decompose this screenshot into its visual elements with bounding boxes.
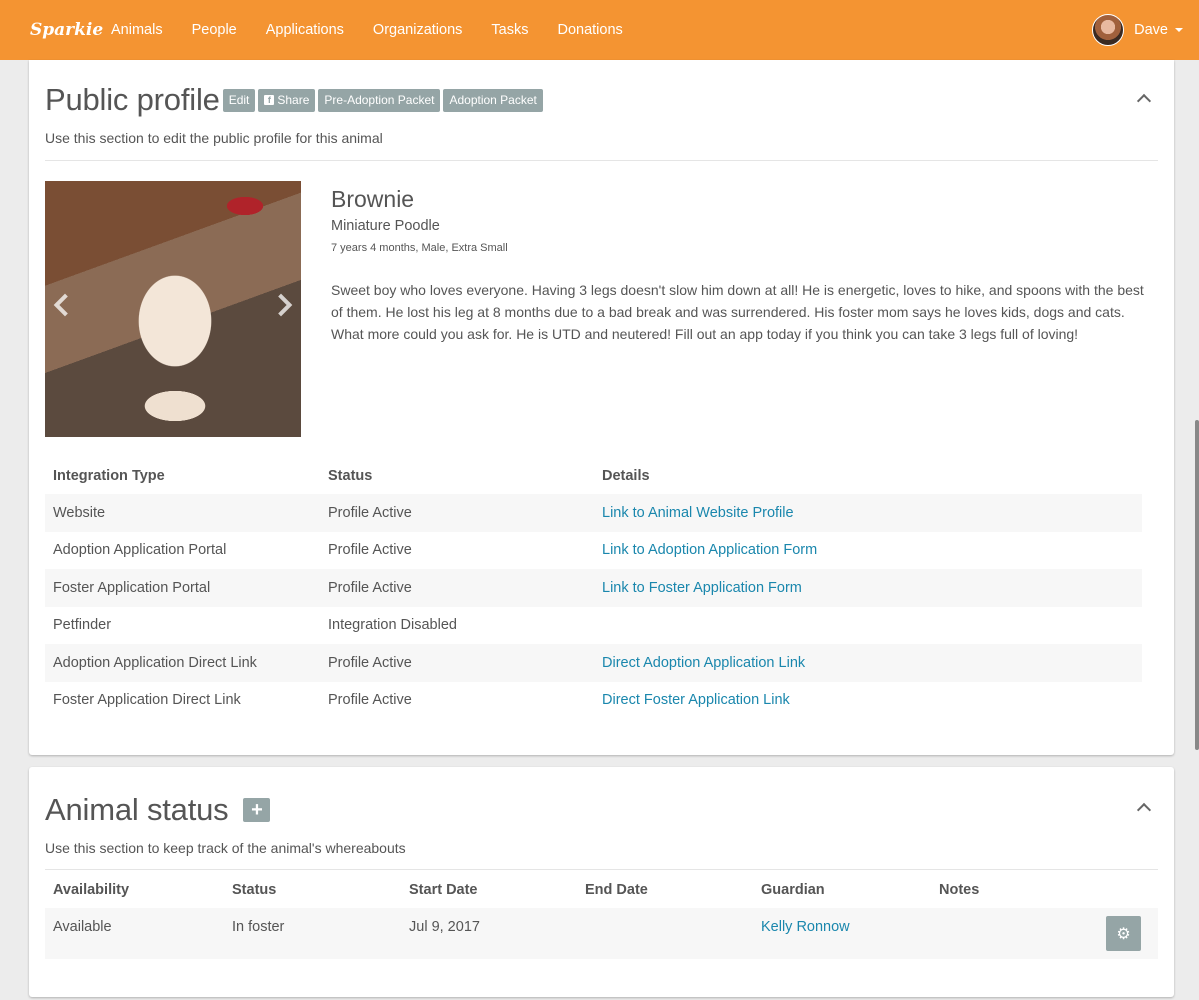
- integration-type: Foster Application Portal: [45, 569, 320, 607]
- integration-status: Profile Active: [320, 569, 594, 607]
- table-row: Foster Application Portal Profile Active…: [45, 569, 1142, 607]
- header-status: Status: [328, 467, 373, 484]
- integration-details: [594, 607, 1142, 645]
- integration-type: Petfinder: [53, 617, 112, 634]
- page-title: Public profile: [45, 82, 220, 117]
- integration-status: Profile Active: [320, 644, 594, 682]
- nav-item-people[interactable]: People: [192, 22, 237, 38]
- header-notes: Notes: [939, 881, 980, 898]
- header-details: Details: [602, 467, 650, 484]
- animal-meta: 7 years 4 months, Male, Extra Small: [331, 242, 508, 254]
- share-label: Share: [277, 92, 310, 107]
- nav-item-applications[interactable]: Applications: [266, 22, 344, 38]
- add-status-button[interactable]: +: [243, 798, 271, 822]
- divider: [45, 869, 1158, 870]
- table-row: Foster Application Direct Link Profile A…: [45, 682, 1142, 720]
- animal-description: Sweet boy who loves everyone. Having 3 l…: [331, 282, 1144, 342]
- header-start-date: Start Date: [409, 881, 478, 898]
- chevron-right-icon[interactable]: [269, 293, 293, 317]
- header-status: Status: [232, 881, 277, 898]
- top-navbar: Sparkie Animals People Applications Orga…: [0, 0, 1199, 60]
- integration-type: Website: [45, 494, 320, 532]
- status-cell: In foster: [224, 908, 401, 959]
- status-table: Availability Status Start Date End Date …: [45, 871, 1158, 959]
- animal-photo-carousel[interactable]: [45, 181, 301, 437]
- table-row: Adoption Application Portal Profile Acti…: [45, 532, 1142, 570]
- profile-heading: Public profile Edit f Share Pre-Adoption…: [45, 82, 543, 118]
- nav-menu: Animals People Applications Organization…: [111, 22, 652, 38]
- user-name: Dave: [1134, 22, 1168, 38]
- avatar: [1092, 14, 1125, 46]
- adoption-packet-button[interactable]: Adoption Packet: [443, 88, 543, 112]
- profile-subtitle: Use this section to edit the public prof…: [45, 130, 383, 146]
- header-guardian: Guardian: [761, 881, 825, 898]
- section-title: Animal status: [45, 792, 229, 827]
- nav-item-animals[interactable]: Animals: [111, 22, 163, 38]
- integration-table: Integration Type Status Details Website …: [45, 457, 1142, 719]
- integration-type: Adoption Application Direct Link: [45, 644, 320, 682]
- integration-status: Profile Active: [320, 494, 594, 532]
- availability-cell: Available: [45, 908, 224, 959]
- integration-type: Foster Application Direct Link: [53, 692, 241, 709]
- adoption-application-form-link[interactable]: Link to Adoption Application Form: [602, 542, 817, 558]
- nav-item-donations[interactable]: Donations: [557, 22, 622, 38]
- brand-logo[interactable]: Sparkie: [30, 20, 103, 40]
- direct-foster-application-link[interactable]: Direct Foster Application Link: [602, 692, 790, 708]
- table-header-row: Availability Status Start Date End Date …: [45, 871, 1158, 908]
- chevron-up-icon[interactable]: [1136, 93, 1152, 109]
- header-end-date: End Date: [585, 881, 648, 898]
- chevron-left-icon[interactable]: [53, 293, 77, 317]
- nav-item-organizations[interactable]: Organizations: [373, 22, 462, 38]
- end-date-cell: [577, 908, 753, 959]
- share-button[interactable]: f Share: [258, 88, 316, 112]
- plus-icon: +: [251, 798, 263, 821]
- notes-cell: [931, 908, 1098, 959]
- caret-down-icon: [1175, 28, 1183, 32]
- facebook-icon: f: [264, 95, 275, 105]
- status-subtitle: Use this section to keep track of the an…: [45, 840, 406, 856]
- header-integration-type: Integration Type: [53, 467, 165, 484]
- edit-button[interactable]: Edit: [222, 88, 256, 112]
- nav-item-tasks[interactable]: Tasks: [491, 22, 528, 38]
- chevron-up-icon[interactable]: [1136, 802, 1152, 818]
- integration-status: Profile Active: [328, 692, 412, 709]
- animal-breed: Miniature Poodle: [331, 218, 440, 234]
- gear-icon: ⚙: [1116, 925, 1131, 943]
- guardian-link[interactable]: Kelly Ronnow: [761, 919, 850, 935]
- user-menu[interactable]: Dave: [1092, 14, 1183, 46]
- table-row: Petfinder Integration Disabled: [45, 607, 1142, 645]
- start-date-cell: Jul 9, 2017: [401, 908, 577, 959]
- integration-type: Adoption Application Portal: [53, 542, 227, 559]
- table-row: Available In foster Jul 9, 2017 Kelly Ro…: [45, 908, 1158, 959]
- direct-adoption-application-link[interactable]: Direct Adoption Application Link: [602, 655, 805, 671]
- status-settings-button[interactable]: ⚙: [1106, 916, 1141, 951]
- table-row: Adoption Application Direct Link Profile…: [45, 644, 1142, 682]
- page-scrollbar[interactable]: [1195, 420, 1199, 750]
- header-availability: Availability: [53, 881, 130, 898]
- pre-adoption-packet-button[interactable]: Pre-Adoption Packet: [318, 88, 441, 112]
- header-actions: [1098, 871, 1158, 908]
- integration-status: Integration Disabled: [328, 617, 457, 634]
- table-header-row: Integration Type Status Details: [45, 457, 1142, 494]
- public-profile-panel: Public profile Edit f Share Pre-Adoption…: [29, 60, 1174, 755]
- divider: [45, 160, 1158, 161]
- animal-name: Brownie: [331, 186, 415, 212]
- integration-status: Profile Active: [328, 542, 412, 559]
- table-row: Website Profile Active Link to Animal We…: [45, 494, 1142, 532]
- status-heading: Animal status +: [45, 792, 271, 828]
- foster-application-form-link[interactable]: Link to Foster Application Form: [602, 580, 802, 596]
- animal-status-panel: Animal status + Use this section to keep…: [29, 767, 1174, 997]
- animal-website-profile-link[interactable]: Link to Animal Website Profile: [602, 505, 794, 521]
